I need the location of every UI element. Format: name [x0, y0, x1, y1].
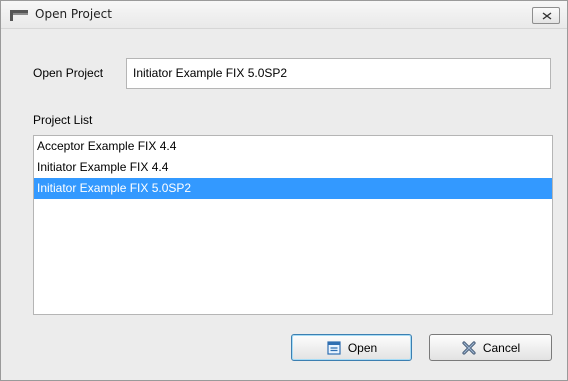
list-item[interactable]: Acceptor Example FIX 4.4 [34, 136, 552, 157]
project-list-label: Project List [33, 113, 93, 127]
title-bar[interactable]: Open Project [1, 1, 567, 29]
close-button[interactable] [532, 7, 560, 24]
cancel-button-label: Cancel [482, 340, 521, 355]
open-folder-icon [326, 340, 342, 356]
project-list[interactable]: Acceptor Example FIX 4.4 Initiator Exampl… [33, 135, 553, 315]
open-button[interactable]: Open [291, 334, 412, 361]
list-item[interactable]: Initiator Example FIX 5.0SP2 [34, 178, 552, 199]
open-project-label: Open Project [33, 66, 104, 80]
open-project-dialog: Open Project Open Project Initiator Exam… [0, 0, 568, 381]
open-project-input[interactable]: Initiator Example FIX 5.0SP2 [126, 58, 551, 89]
cancel-icon [461, 340, 477, 356]
close-icon [542, 12, 552, 20]
open-button-label: Open [347, 340, 378, 355]
window-icon [10, 10, 28, 21]
window-title: Open Project [35, 7, 112, 21]
list-item[interactable]: Initiator Example FIX 4.4 [34, 157, 552, 178]
cancel-button[interactable]: Cancel [429, 334, 552, 361]
